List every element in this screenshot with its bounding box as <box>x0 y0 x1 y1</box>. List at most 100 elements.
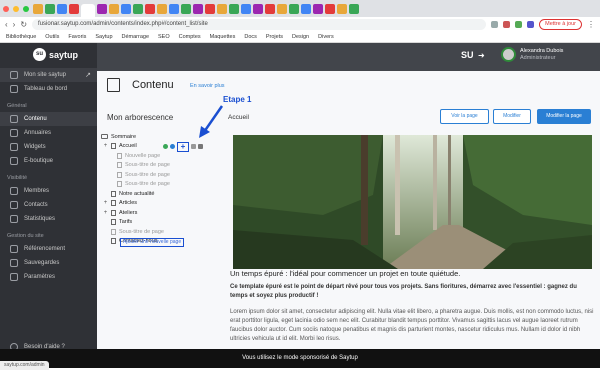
delete-icon[interactable] <box>198 144 203 149</box>
tab-favicon[interactable] <box>289 3 299 14</box>
visible-icon[interactable] <box>163 144 168 149</box>
tab-favicon[interactable] <box>57 3 67 14</box>
external-link-icon[interactable]: ↗ <box>85 71 91 79</box>
extension-icon[interactable] <box>515 21 523 28</box>
avatar[interactable] <box>501 47 516 62</box>
tree-item[interactable]: + Ateliers <box>101 208 225 218</box>
help-link[interactable]: En savoir plus <box>190 83 225 89</box>
page-icon <box>117 162 122 169</box>
tab-favicon[interactable] <box>181 3 191 14</box>
page-icon <box>117 152 122 159</box>
sidebar-item-save[interactable]: Sauvegardes <box>0 256 97 270</box>
tab-favicon[interactable] <box>145 3 155 14</box>
add-new-page-button[interactable]: Ajouter une nouvelle page <box>120 238 185 247</box>
sidebar-item-chart[interactable]: Statistiques <box>0 212 97 226</box>
sidebar-item-search[interactable]: Référencement <box>0 242 97 256</box>
expand-icon[interactable]: + <box>103 210 108 216</box>
tree-item[interactable]: Sous-titre de page <box>101 161 225 171</box>
main-content: Contenu En savoir plus Mon arborescence … <box>97 71 600 349</box>
bookmark-item[interactable]: Divers <box>318 34 334 40</box>
tab-favicon[interactable] <box>229 3 239 14</box>
sidebar-item-list[interactable]: Annuaires <box>0 126 97 140</box>
tree-item[interactable]: + Accueil + <box>101 141 225 152</box>
my-site-link[interactable]: Mon site saytup ↗ <box>0 68 97 82</box>
user-role: Administrateur <box>520 55 556 61</box>
tree-item[interactable]: Tarifs <box>101 218 225 228</box>
tab-favicon[interactable] <box>265 3 275 14</box>
tree-item-label: Nouvelle page <box>125 152 161 159</box>
minimize-window-icon[interactable] <box>13 5 19 12</box>
view-page-button[interactable]: Voir la page <box>440 109 489 124</box>
sidebar-item-file[interactable]: Contenu <box>0 112 97 126</box>
edit-button[interactable]: Modifier <box>493 109 531 124</box>
forward-icon[interactable]: › <box>13 17 16 32</box>
settings-icon[interactable] <box>170 144 175 149</box>
url-input[interactable]: fusionar.saytup.com/admin/contents/index… <box>32 19 487 30</box>
tab-favicon[interactable] <box>253 3 263 14</box>
saytup-mini-logo[interactable]: SU <box>461 50 474 60</box>
sidebar-brand[interactable]: su saytup <box>0 43 97 66</box>
extension-icon[interactable] <box>527 21 535 28</box>
tab-favicon[interactable] <box>313 3 323 14</box>
tab-favicon[interactable] <box>97 3 107 14</box>
bookmark-item[interactable]: SEO <box>158 34 170 40</box>
maximize-window-icon[interactable] <box>23 5 29 12</box>
bookmark-item[interactable]: Outils <box>45 34 59 40</box>
tab-favicon[interactable] <box>349 3 359 14</box>
menu-kebab-icon[interactable]: ⋮ <box>587 17 595 32</box>
tab-favicon[interactable] <box>301 3 311 14</box>
tab-favicon[interactable] <box>157 3 167 14</box>
publish-arrow-icon[interactable]: ➜ <box>478 51 485 60</box>
back-icon[interactable]: ‹ <box>5 17 8 32</box>
bookmark-item[interactable]: Démarrage <box>122 34 150 40</box>
tab-favicon[interactable] <box>69 3 79 14</box>
user-menu[interactable]: Alexandra Dubois Administrateur <box>520 48 563 62</box>
page-icon <box>111 228 116 235</box>
duplicate-icon[interactable] <box>191 144 196 149</box>
sidebar-section-account: Gestion du site <box>7 233 44 239</box>
close-window-icon[interactable] <box>3 5 9 12</box>
edit-page-button[interactable]: Modifier la page <box>537 109 591 124</box>
reload-icon[interactable]: ↻ <box>20 17 27 32</box>
tab-favicon[interactable] <box>277 3 287 14</box>
tab-favicon[interactable] <box>325 3 335 14</box>
tree-item[interactable]: + Articles <box>101 199 225 209</box>
sidebar-item-widget[interactable]: Widgets <box>0 140 97 154</box>
bookmark-item[interactable]: Design <box>292 34 309 40</box>
tab-favicon[interactable] <box>337 3 347 14</box>
extension-icon[interactable] <box>503 21 511 28</box>
bookmark-item[interactable]: Comptes <box>179 34 201 40</box>
sidebar-item-cart[interactable]: E-boutique <box>0 154 97 168</box>
sidebar-item-users[interactable]: Membres <box>0 184 97 198</box>
expand-icon[interactable]: + <box>103 200 108 206</box>
tab-favicon[interactable] <box>33 3 43 14</box>
bookmark-item[interactable]: Maquettes <box>210 34 236 40</box>
bookmark-item[interactable]: Favoris <box>68 34 86 40</box>
extension-icon[interactable] <box>491 21 499 28</box>
tab-favicon[interactable] <box>193 3 203 14</box>
sidebar-item-contact[interactable]: Contacts <box>0 198 97 212</box>
tab-favicon[interactable] <box>109 3 119 14</box>
sidebar-item-dashboard[interactable]: Tableau de bord <box>0 82 97 96</box>
tab-favicon[interactable] <box>205 3 215 14</box>
tab-favicon[interactable] <box>241 3 251 14</box>
sidebar-item-gear[interactable]: Paramètres <box>0 270 97 284</box>
update-browser-button[interactable]: Mettre à jour <box>539 19 582 30</box>
bookmark-item[interactable]: Docs <box>244 34 257 40</box>
add-child-page-button[interactable]: + <box>177 141 189 152</box>
tab-favicon[interactable] <box>45 3 55 14</box>
tree-item[interactable]: Sous-titre de page <box>101 170 225 180</box>
tab-favicon[interactable] <box>121 3 131 14</box>
tree-item[interactable]: Sous-titre de page <box>101 180 225 190</box>
expand-icon[interactable]: + <box>103 143 108 149</box>
tree-item[interactable]: Nouvelle page <box>101 151 225 161</box>
active-tab[interactable] <box>81 4 95 17</box>
tree-item[interactable]: Notre actualité <box>101 189 225 199</box>
bookmark-item[interactable]: Projets <box>266 34 283 40</box>
tree-item[interactable]: Sous-titre de page <box>101 227 225 237</box>
bookmark-item[interactable]: Bibliothèque <box>6 34 36 40</box>
tab-favicon[interactable] <box>133 3 143 14</box>
tab-favicon[interactable] <box>169 3 179 14</box>
bookmark-item[interactable]: Saytup <box>95 34 112 40</box>
tab-favicon[interactable] <box>217 3 227 14</box>
